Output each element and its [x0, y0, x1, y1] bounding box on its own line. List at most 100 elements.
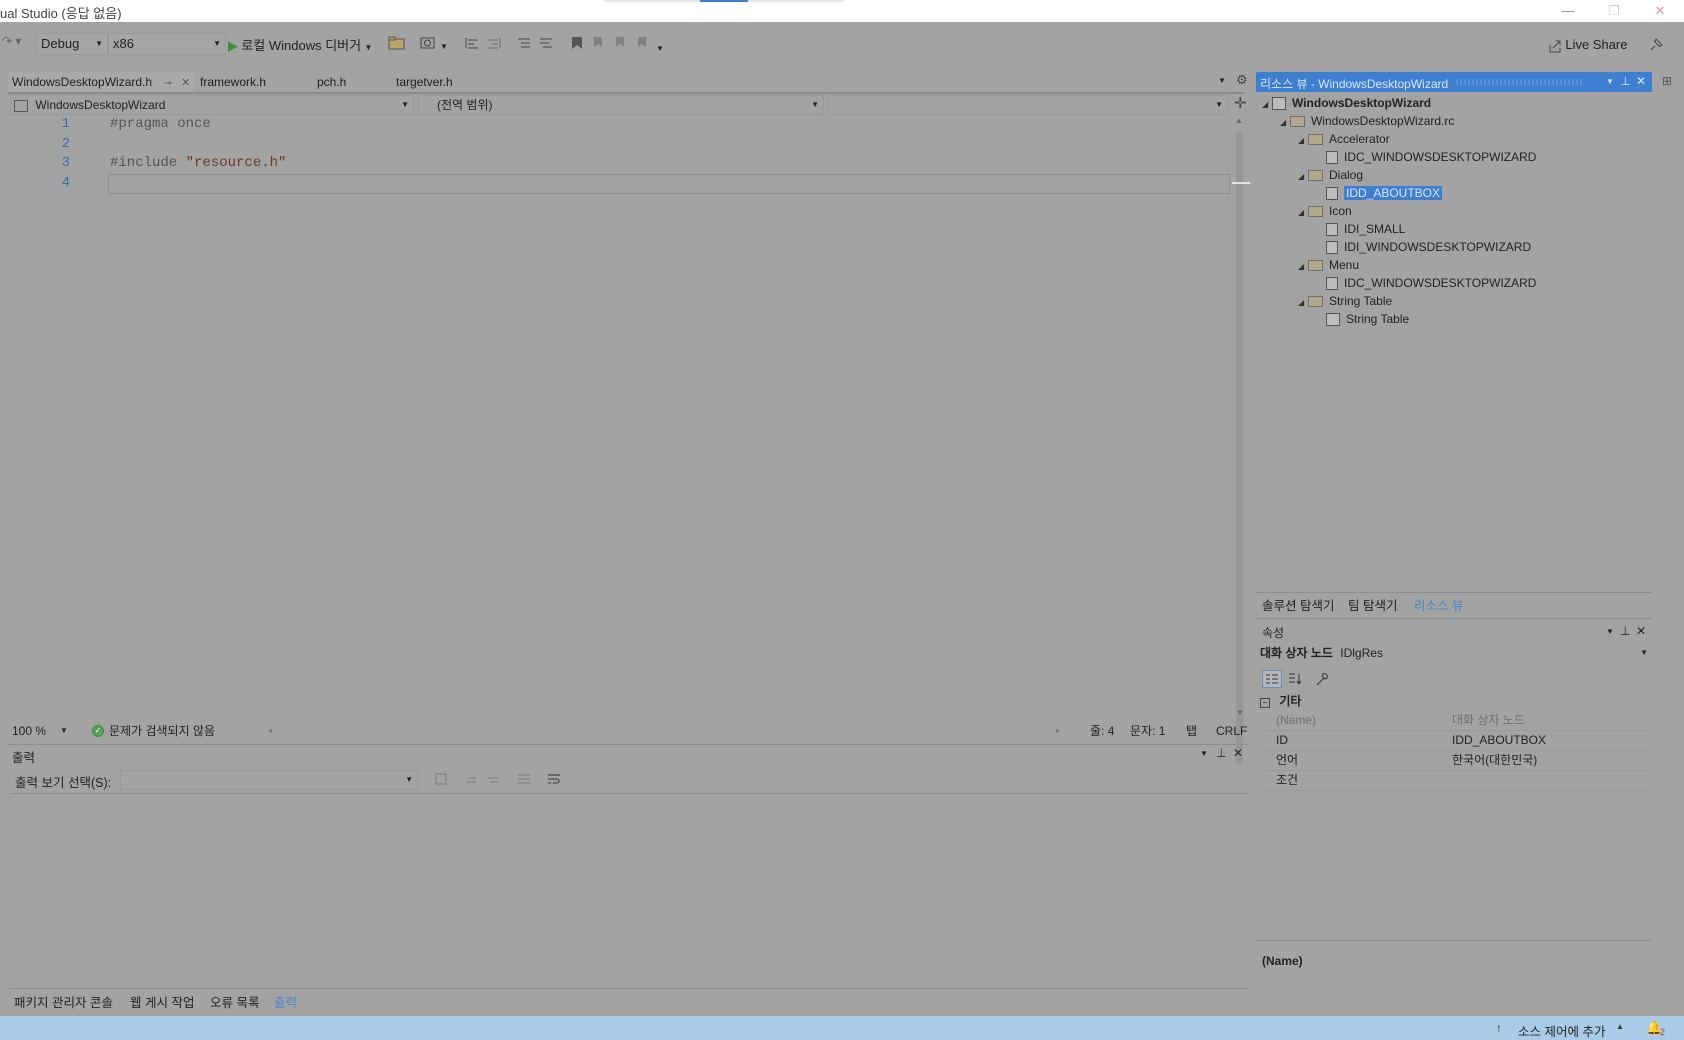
live-share-button[interactable]: Live Share: [1548, 37, 1628, 53]
close-icon[interactable]: ✕: [1636, 74, 1646, 88]
tree-item-selected[interactable]: IDD_ABOUTBOX: [1262, 184, 1652, 202]
tab-output[interactable]: 출력: [274, 992, 297, 1011]
tab-error-list[interactable]: 오류 목록: [210, 992, 259, 1011]
comment-lines-icon[interactable]: [516, 36, 532, 50]
pin-icon[interactable]: ⊥: [1620, 624, 1630, 638]
toolbar-overflow-icon[interactable]: ▼: [656, 44, 664, 53]
scroll-left-icon[interactable]: ◂: [268, 722, 272, 740]
property-row[interactable]: 언어 한국어(대한민국): [1260, 751, 1652, 771]
code-line[interactable]: #pragma once: [110, 116, 211, 132]
uncomment-lines-icon[interactable]: [538, 36, 554, 50]
tab-windowsdesktopwizard-h[interactable]: WindowsDesktopWizard.h ⊸ ✕: [8, 72, 195, 92]
editor-vertical-scrollbar[interactable]: ▲: [1232, 116, 1250, 764]
properties-pane-icon[interactable]: ⊞: [1662, 74, 1672, 88]
chevron-down-icon[interactable]: ▼: [440, 42, 448, 51]
collapse-icon[interactable]: ◢: [1280, 114, 1290, 132]
tree-folder-accelerator[interactable]: ◢ Accelerator: [1262, 130, 1652, 148]
close-icon[interactable]: ✕: [1233, 746, 1243, 760]
collapse-icon[interactable]: ◢: [1298, 294, 1308, 312]
close-button[interactable]: ✕: [1640, 0, 1680, 22]
chevron-down-icon[interactable]: ▼: [60, 722, 68, 740]
next-bookmark-icon[interactable]: [614, 36, 628, 50]
scrollbar-thumb[interactable]: [1236, 132, 1243, 764]
alphabetical-sort-icon[interactable]: [1286, 671, 1304, 687]
tab-indicator[interactable]: 탭: [1186, 722, 1197, 740]
next-message-icon[interactable]: [486, 772, 502, 786]
window-options-icon[interactable]: ▼: [1606, 627, 1614, 636]
output-options-icon[interactable]: ▼: [1200, 749, 1208, 758]
tree-item[interactable]: IDI_WINDOWSDESKTOPWIZARD: [1262, 238, 1652, 256]
tab-team-explorer[interactable]: 팀 탐색기: [1348, 595, 1397, 614]
scroll-up-icon[interactable]: ▲: [1235, 116, 1243, 125]
tree-folder-string-table[interactable]: ◢ String Table: [1262, 292, 1652, 310]
redo-icon[interactable]: ↷ ▾: [2, 34, 21, 48]
property-row[interactable]: ID IDD_ABOUTBOX: [1260, 731, 1652, 751]
property-row[interactable]: 조건: [1260, 771, 1652, 791]
collapse-icon[interactable]: ◢: [1298, 132, 1308, 150]
collapse-icon[interactable]: ◢: [1298, 168, 1308, 186]
tab-web-publish[interactable]: 웹 게시 작업: [130, 992, 194, 1011]
pin-icon[interactable]: ⊥: [1620, 74, 1630, 88]
properties-object-selector[interactable]: 대화 상자 노드 IDlgRes ▼: [1260, 644, 1650, 662]
platform-dropdown[interactable]: x86 ▼: [108, 33, 226, 55]
minimize-button[interactable]: —: [1548, 0, 1588, 22]
close-icon[interactable]: ✕: [181, 77, 190, 89]
bookmark-icon[interactable]: [570, 36, 584, 50]
feedback-icon[interactable]: [1648, 37, 1664, 53]
collapse-icon[interactable]: ◢: [1298, 258, 1308, 276]
clear-all-icon[interactable]: [516, 772, 532, 786]
clear-bookmarks-icon[interactable]: [636, 36, 650, 50]
output-text-area[interactable]: [10, 794, 1248, 986]
tree-rc-file[interactable]: ◢ WindowsDesktopWizard.rc: [1262, 112, 1652, 130]
tab-pch-h[interactable]: pch.h: [313, 72, 350, 92]
config-dropdown[interactable]: Debug ▼: [36, 33, 108, 55]
tab-solution-explorer[interactable]: 솔루션 탐색기: [1262, 595, 1334, 614]
chevron-up-icon[interactable]: ▲: [1616, 1022, 1624, 1031]
previous-message-icon[interactable]: [464, 772, 480, 786]
tab-package-manager-console[interactable]: 패키지 관리자 콘솔: [14, 992, 113, 1011]
code-line[interactable]: #include "resource.h": [110, 155, 286, 171]
screenshot-icon[interactable]: [420, 36, 436, 50]
collapse-icon[interactable]: −: [1260, 698, 1270, 708]
category-row[interactable]: − 기타: [1260, 692, 1652, 711]
tab-resource-view[interactable]: 리소스 뷰: [1414, 595, 1463, 614]
tree-item[interactable]: IDC_WINDOWSDESKTOPWIZARD: [1262, 148, 1652, 166]
tree-folder-icon[interactable]: ◢ Icon: [1262, 202, 1652, 220]
tree-folder-menu[interactable]: ◢ Menu: [1262, 256, 1652, 274]
window-options-icon[interactable]: ▼: [1606, 77, 1614, 86]
tree-root[interactable]: ◢ WindowsDesktopWizard: [1262, 94, 1652, 112]
previous-bookmark-icon[interactable]: [592, 36, 606, 50]
tree-item[interactable]: String Table: [1262, 310, 1652, 328]
drag-grip[interactable]: [1456, 79, 1584, 85]
categorized-view-button[interactable]: [1262, 670, 1282, 688]
tree-item[interactable]: IDC_WINDOWSDESKTOPWIZARD: [1262, 274, 1652, 292]
zoom-level[interactable]: 100 %: [12, 722, 46, 740]
tab-targetver-h[interactable]: targetver.h: [392, 72, 457, 92]
find-message-icon[interactable]: [434, 772, 450, 786]
maximize-button[interactable]: ❐: [1594, 0, 1634, 22]
project-nav-dropdown[interactable]: WindowsDesktopWizard ▼: [10, 95, 414, 115]
align-left-icon[interactable]: [464, 36, 480, 50]
member-nav-dropdown[interactable]: ▼: [828, 95, 1228, 115]
current-line-highlight[interactable]: [108, 174, 1230, 194]
scroll-right-icon[interactable]: ▸: [1056, 722, 1060, 740]
pin-icon[interactable]: ⊸: [163, 78, 171, 89]
folder-open-icon[interactable]: [388, 36, 406, 50]
tab-framework-h[interactable]: framework.h: [196, 72, 270, 92]
no-issues-label[interactable]: 문제가 검색되지 않음: [109, 722, 215, 740]
tab-list-dropdown-icon[interactable]: ▼: [1218, 76, 1226, 85]
close-icon[interactable]: ✕: [1636, 624, 1646, 638]
align-right-icon[interactable]: [486, 36, 502, 50]
source-control-button[interactable]: 소스 제어에 추가: [1518, 1021, 1605, 1040]
pin-icon[interactable]: ⊥: [1216, 746, 1226, 760]
property-pages-wrench-icon[interactable]: [1314, 671, 1332, 687]
word-wrap-icon[interactable]: [546, 772, 562, 786]
scope-nav-dropdown[interactable]: (전역 범위) ▼: [418, 95, 824, 115]
start-debugging-button[interactable]: ▶ 로컬 Windows 디버거 ▼: [228, 35, 372, 54]
tree-item[interactable]: IDI_SMALL: [1262, 220, 1652, 238]
scroll-down-icon[interactable]: ▼: [1236, 708, 1244, 717]
tree-folder-dialog[interactable]: ◢ Dialog: [1262, 166, 1652, 184]
property-row[interactable]: (Name) 대화 상자 노드: [1260, 711, 1652, 731]
output-source-dropdown[interactable]: ▼: [120, 770, 418, 790]
split-editor-icon[interactable]: ✛: [1234, 94, 1247, 112]
